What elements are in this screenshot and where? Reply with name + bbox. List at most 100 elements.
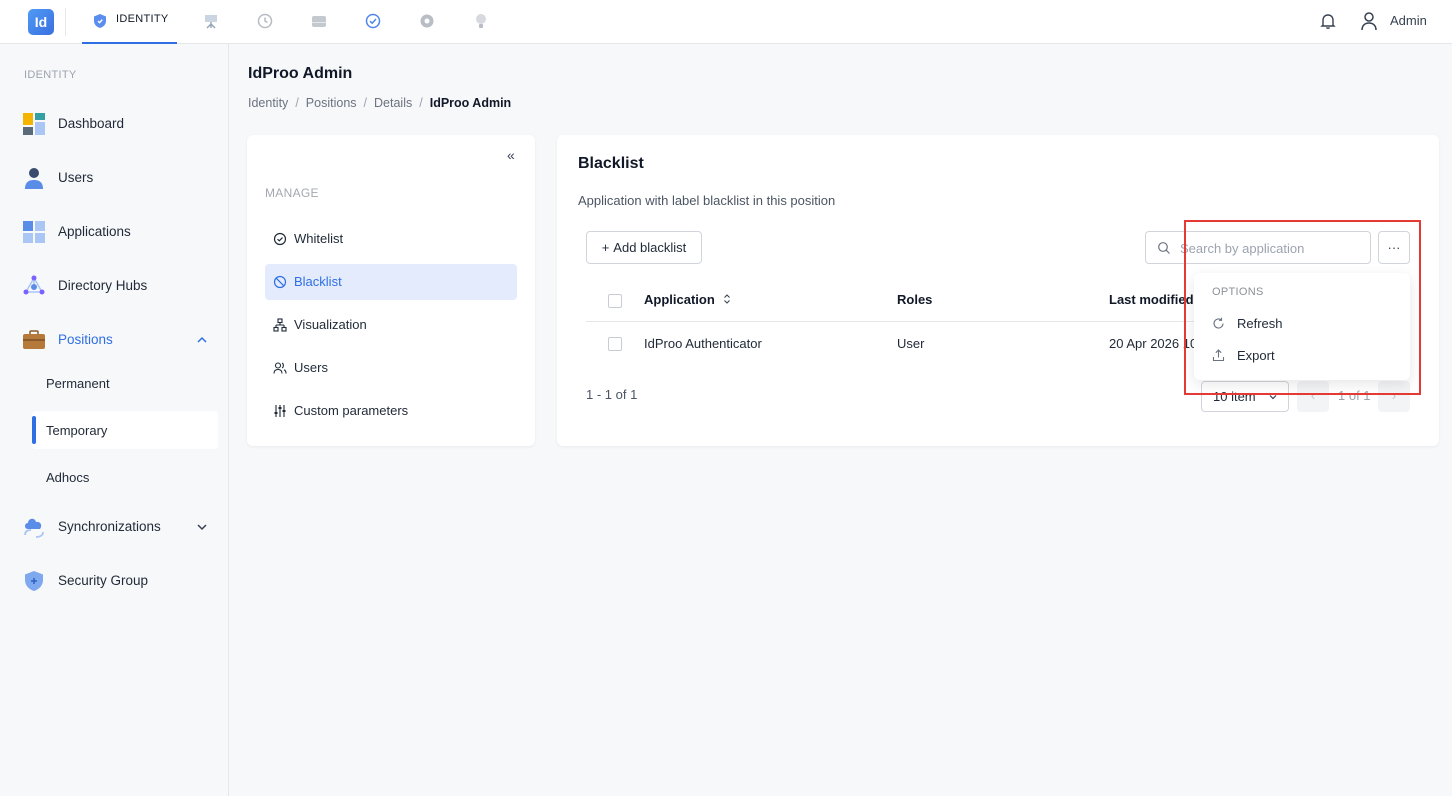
- pagination-range: 1 - 1 of 1: [586, 387, 638, 402]
- breadcrumb-separator: /: [419, 96, 423, 110]
- app-logo[interactable]: Id: [28, 9, 54, 35]
- collapse-button[interactable]: «: [507, 147, 515, 163]
- sidebar-item-label: Dashboard: [58, 116, 125, 131]
- bulb-icon[interactable]: [472, 12, 490, 30]
- breadcrumb-separator: /: [363, 96, 368, 110]
- sidebar-subitem-permanent[interactable]: Permanent: [32, 364, 218, 402]
- menu-item-export[interactable]: Export: [1202, 341, 1402, 371]
- bell-icon[interactable]: [1319, 12, 1337, 30]
- user-name[interactable]: Admin: [1390, 13, 1427, 28]
- refresh-icon: [1213, 317, 1224, 329]
- search-icon: [1158, 242, 1170, 254]
- check-circle-icon[interactable]: [364, 12, 382, 30]
- users-icon: [273, 362, 287, 374]
- manage-item-users[interactable]: Users: [265, 350, 517, 386]
- divider: [65, 8, 66, 36]
- shield-icon: [25, 571, 43, 591]
- briefcase-icon: [23, 330, 45, 349]
- manage-title: MANAGE: [265, 186, 319, 200]
- prev-page-button[interactable]: ‹: [1297, 381, 1329, 412]
- manage-panel: « MANAGE Whitelist Blacklist Visualizati…: [247, 135, 535, 446]
- sort-icon[interactable]: [723, 293, 731, 305]
- menu-item-refresh[interactable]: Refresh: [1202, 309, 1402, 339]
- presentation-icon[interactable]: [202, 12, 220, 30]
- column-header-last-modified: Last modified: [1109, 292, 1194, 307]
- tab-identity[interactable]: IDENTITY: [82, 0, 177, 44]
- column-header-roles: Roles: [897, 292, 933, 307]
- sidebar-item-security-group[interactable]: Security Group: [22, 563, 218, 599]
- search-input[interactable]: [1180, 238, 1360, 258]
- cell-roles: User: [897, 336, 925, 351]
- sidebar-item-label: Users: [58, 170, 94, 185]
- plus-icon: +: [601, 240, 610, 255]
- history-icon[interactable]: [256, 12, 274, 30]
- page-size-value: 10 item: [1213, 389, 1256, 404]
- manage-item-label: Whitelist: [294, 231, 344, 246]
- manage-item-blacklist[interactable]: Blacklist: [265, 264, 517, 300]
- breadcrumb-item[interactable]: Identity: [248, 96, 288, 110]
- sidebar: IDENTITY Dashboard Users Applications Di…: [0, 44, 229, 796]
- manage-item-label: Users: [294, 360, 328, 375]
- page-info: 1 of 1: [1338, 388, 1371, 403]
- hierarchy-icon: [273, 318, 287, 332]
- sidebar-subitem-label: Adhocs: [46, 470, 90, 485]
- applications-icon: [23, 221, 45, 243]
- dashboard-icon: [23, 113, 45, 135]
- sidebar-item-applications[interactable]: Applications: [22, 214, 218, 250]
- manage-item-label: Visualization: [294, 317, 367, 332]
- add-blacklist-button[interactable]: + Add blacklist: [586, 231, 702, 264]
- cell-application: IdProo Authenticator: [644, 336, 762, 351]
- check-circle-icon: [273, 232, 287, 246]
- more-options-button[interactable]: ···: [1378, 231, 1410, 264]
- sidebar-subitem-temporary[interactable]: Temporary: [32, 411, 218, 449]
- export-icon: [1212, 349, 1225, 362]
- sidebar-item-users[interactable]: Users: [22, 160, 218, 196]
- chevron-up-icon[interactable]: [196, 334, 208, 346]
- user-icon: [25, 168, 43, 189]
- section-title: Blacklist: [578, 155, 644, 172]
- sidebar-subitem-label: Temporary: [46, 423, 108, 438]
- page-size-select[interactable]: 10 item: [1201, 381, 1289, 412]
- sidebar-item-dashboard[interactable]: Dashboard: [22, 106, 218, 142]
- manage-item-visualization[interactable]: Visualization: [265, 307, 517, 343]
- user-icon[interactable]: [1360, 11, 1378, 31]
- column-header-application[interactable]: Application: [644, 292, 715, 307]
- page-title: IdProo Admin: [248, 65, 353, 82]
- breadcrumb-item[interactable]: Details: [374, 96, 412, 110]
- row-checkbox[interactable]: [608, 337, 622, 351]
- manage-item-label: Blacklist: [294, 274, 342, 289]
- manage-item-whitelist[interactable]: Whitelist: [265, 221, 517, 257]
- sidebar-section-title: IDENTITY: [24, 69, 77, 81]
- storage-icon[interactable]: [310, 12, 328, 30]
- cloud-sync-icon: [24, 518, 44, 538]
- breadcrumb-item[interactable]: Positions: [306, 96, 357, 110]
- sliders-icon: [274, 405, 286, 417]
- options-title: OPTIONS: [1212, 286, 1264, 298]
- sidebar-item-synchronizations[interactable]: Synchronizations: [22, 509, 218, 545]
- shield-icon: [94, 14, 106, 28]
- gear-icon[interactable]: [418, 12, 436, 30]
- top-bar: Id IDENTITY Admin: [0, 0, 1452, 44]
- breadcrumb: Identity / Positions / Details / IdProo Admin: [248, 96, 511, 110]
- menu-item-label: Refresh: [1237, 316, 1283, 331]
- cell-last-modified: 20 Apr 2026 10: [1109, 336, 1198, 351]
- tab-identity-label: IDENTITY: [116, 13, 169, 25]
- sidebar-item-label: Synchronizations: [58, 519, 161, 534]
- select-all-checkbox[interactable]: [608, 294, 622, 308]
- manage-item-label: Custom parameters: [294, 403, 409, 418]
- sidebar-item-label: Positions: [58, 332, 113, 347]
- ban-icon: [273, 275, 287, 289]
- manage-item-custom-parameters[interactable]: Custom parameters: [265, 393, 517, 429]
- sidebar-item-positions[interactable]: Positions: [22, 322, 218, 358]
- sidebar-item-label: Directory Hubs: [58, 278, 148, 293]
- sidebar-subitem-label: Permanent: [46, 376, 110, 391]
- section-description: Application with label blacklist in this…: [578, 193, 836, 208]
- sidebar-item-label: Applications: [58, 224, 131, 239]
- next-page-button[interactable]: ›: [1378, 381, 1410, 412]
- sidebar-item-label: Security Group: [58, 573, 149, 588]
- search-box[interactable]: [1145, 231, 1371, 264]
- chevron-down-icon[interactable]: [196, 521, 208, 533]
- menu-item-label: Export: [1237, 348, 1275, 363]
- sidebar-item-directory-hubs[interactable]: Directory Hubs: [22, 268, 218, 304]
- sidebar-subitem-adhocs[interactable]: Adhocs: [32, 458, 218, 496]
